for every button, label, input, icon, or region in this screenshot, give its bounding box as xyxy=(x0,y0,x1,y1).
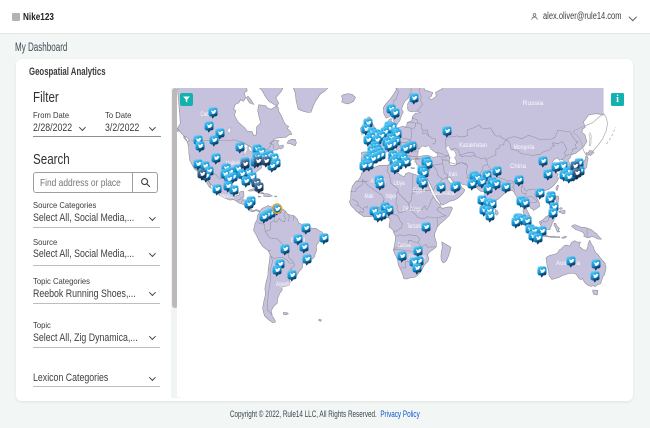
svg-text:Argentina: Argentina xyxy=(276,281,294,288)
svg-text:Zambia: Zambia xyxy=(398,242,411,249)
svg-text:Niger: Niger xyxy=(386,193,397,200)
svg-text:Mongolia: Mongolia xyxy=(514,144,535,151)
svg-text:Mali: Mali xyxy=(365,193,374,200)
svg-text:China: China xyxy=(510,163,527,170)
svg-text:DR Congo: DR Congo xyxy=(403,206,421,213)
svg-text:Russia: Russia xyxy=(523,100,545,107)
svg-text:Iran: Iran xyxy=(449,171,457,178)
svg-text:Tanzania: Tanzania xyxy=(407,223,423,230)
svg-text:Libya: Libya xyxy=(394,180,405,187)
svg-text:Kazakhstan: Kazakhstan xyxy=(459,142,487,149)
